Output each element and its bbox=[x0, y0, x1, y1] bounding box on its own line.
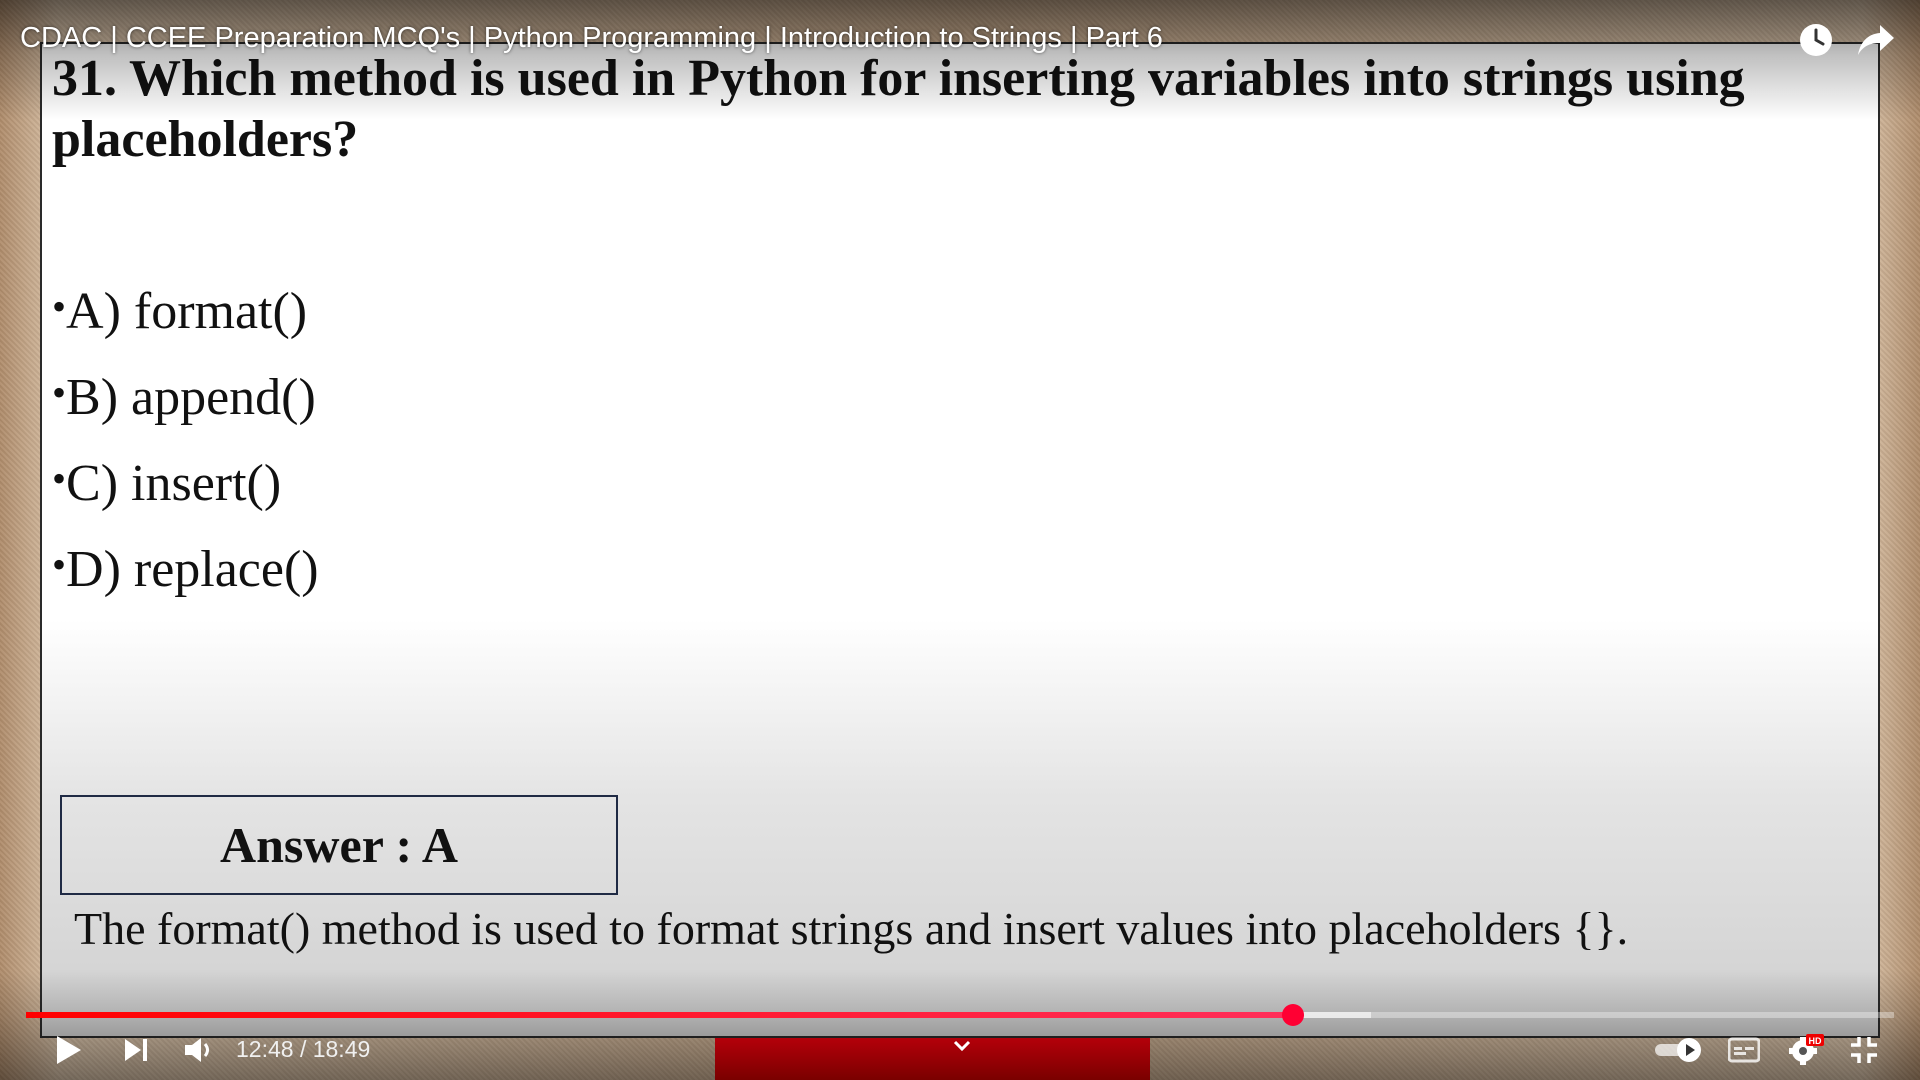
play-icon bbox=[57, 1036, 81, 1064]
video-player[interactable]: 31. Which method is used in Python for i… bbox=[0, 0, 1920, 1080]
time-display: 12:48 / 18:49 bbox=[236, 1036, 371, 1062]
autoplay-toggle-icon bbox=[1655, 1038, 1701, 1062]
option-item: •D) replace() bbox=[52, 524, 319, 610]
next-button[interactable] bbox=[114, 1030, 158, 1070]
play-button[interactable] bbox=[46, 1030, 90, 1070]
volume-button[interactable] bbox=[178, 1030, 222, 1070]
option-label: C) insert() bbox=[66, 455, 282, 512]
option-label: D) replace() bbox=[66, 541, 319, 598]
explanation-text: The format() method is used to format st… bbox=[74, 903, 1629, 954]
next-icon bbox=[125, 1039, 147, 1061]
progress-bar[interactable] bbox=[26, 1004, 1894, 1026]
clock-icon bbox=[1800, 24, 1832, 56]
captions-icon bbox=[1728, 1037, 1760, 1063]
option-label: A) format() bbox=[66, 283, 308, 340]
video-title[interactable]: CDAC | CCEE Preparation MCQ's | Python P… bbox=[20, 22, 1163, 55]
expand-panel[interactable] bbox=[715, 1038, 1150, 1080]
bullet-icon: • bbox=[52, 456, 67, 501]
exit-fullscreen-icon bbox=[1851, 1037, 1877, 1063]
video-frame-slide: 31. Which method is used in Python for i… bbox=[40, 42, 1880, 1038]
option-item: •A) format() bbox=[52, 266, 319, 352]
options-list: •A) format() •B) append() •C) insert() •… bbox=[52, 266, 319, 610]
bullet-icon: • bbox=[52, 370, 67, 415]
autoplay-toggle[interactable] bbox=[1650, 1030, 1706, 1070]
hd-badge: HD bbox=[1809, 1036, 1822, 1046]
captions-button[interactable] bbox=[1722, 1030, 1766, 1070]
exit-fullscreen-button[interactable] bbox=[1842, 1030, 1886, 1070]
option-label: B) append() bbox=[66, 369, 316, 426]
question-text: 31. Which method is used in Python for i… bbox=[52, 50, 1745, 168]
bullet-icon: • bbox=[52, 542, 67, 587]
watch-later-button[interactable] bbox=[1794, 18, 1838, 62]
answer-box: Answer : A bbox=[60, 795, 618, 895]
option-item: •C) insert() bbox=[52, 438, 319, 524]
share-icon bbox=[1858, 25, 1894, 55]
progress-played bbox=[26, 1012, 1294, 1018]
share-button[interactable] bbox=[1854, 18, 1898, 62]
option-item: •B) append() bbox=[52, 352, 319, 438]
answer-text: Answer : A bbox=[220, 817, 458, 873]
chevron-down-icon[interactable] bbox=[950, 1034, 974, 1058]
volume-icon bbox=[185, 1038, 209, 1062]
settings-button[interactable]: HD bbox=[1784, 1030, 1828, 1070]
bullet-icon: • bbox=[52, 284, 67, 329]
gear-icon: HD bbox=[1789, 1034, 1824, 1065]
